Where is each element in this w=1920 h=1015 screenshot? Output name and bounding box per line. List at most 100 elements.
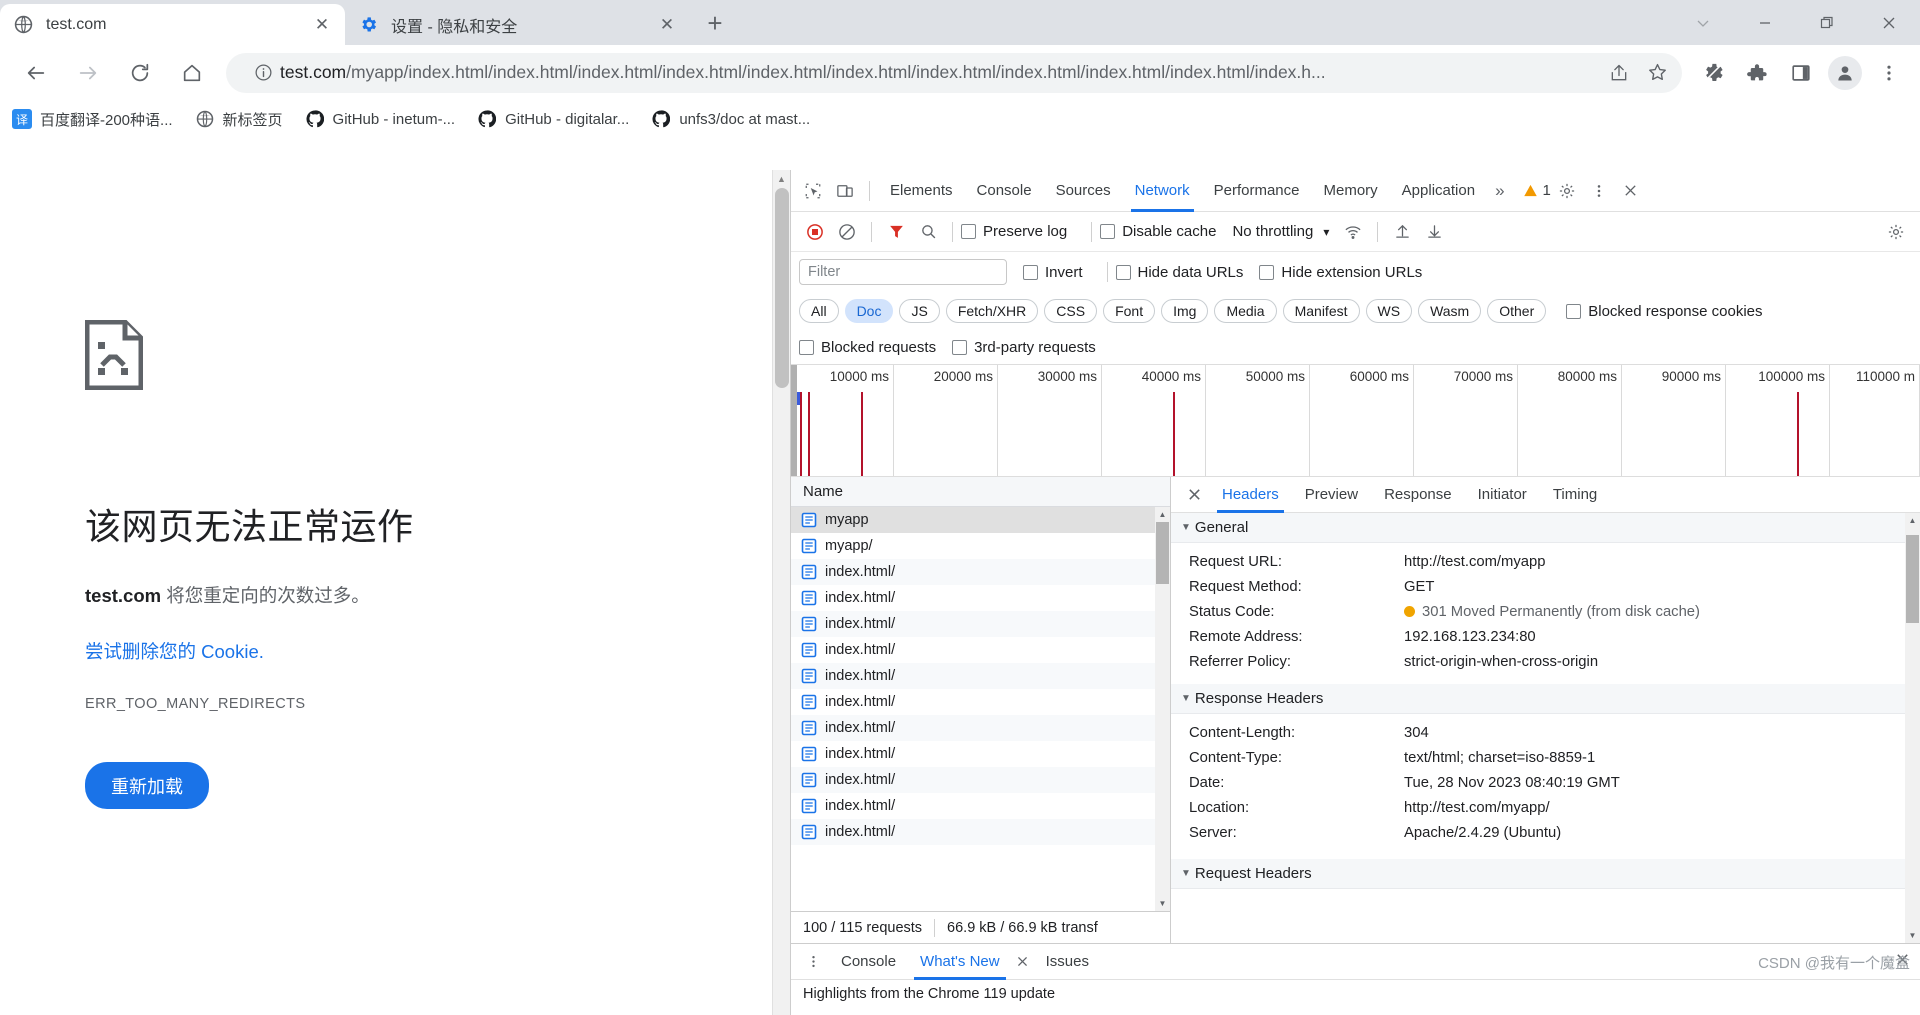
- tab-settings-privacy[interactable]: 设置 - 隐私和安全 ✕: [345, 4, 690, 45]
- blocked-response-cookies-checkbox[interactable]: Blocked response cookies: [1566, 303, 1763, 320]
- scroll-thumb[interactable]: [1156, 522, 1169, 584]
- detail-tab-response[interactable]: Response: [1371, 477, 1465, 513]
- table-row[interactable]: index.html/: [791, 585, 1170, 611]
- tab-performance[interactable]: Performance: [1202, 170, 1312, 212]
- upload-har-icon[interactable]: [1386, 216, 1418, 248]
- table-row[interactable]: index.html/: [791, 689, 1170, 715]
- new-tab-button[interactable]: +: [696, 4, 734, 42]
- device-toolbar-icon[interactable]: [829, 175, 861, 207]
- section-general-header[interactable]: ▼ General: [1171, 513, 1920, 543]
- extensions-puzzle-icon[interactable]: [1736, 52, 1778, 94]
- type-filter-media[interactable]: Media: [1214, 299, 1277, 323]
- type-filter-fetch-xhr[interactable]: Fetch/XHR: [945, 299, 1039, 323]
- tab-memory[interactable]: Memory: [1312, 170, 1390, 212]
- tab-test-com[interactable]: test.com ✕: [0, 4, 345, 45]
- filter-input[interactable]: Filter: [799, 259, 1007, 285]
- network-overview-timeline[interactable]: 10000 ms 20000 ms 30000 ms 40000 ms 5000…: [791, 364, 1920, 477]
- table-row[interactable]: index.html/: [791, 767, 1170, 793]
- type-filter-css[interactable]: CSS: [1044, 299, 1098, 323]
- search-icon[interactable]: [912, 216, 944, 248]
- table-row[interactable]: index.html/: [791, 819, 1170, 845]
- clear-circle-icon[interactable]: [831, 216, 863, 248]
- throttling-select[interactable]: No throttling: [1232, 223, 1313, 240]
- tab-close-icon[interactable]: ✕: [656, 14, 678, 36]
- section-request-headers-header[interactable]: ▼ Request Headers: [1171, 859, 1920, 889]
- detail-tab-preview[interactable]: Preview: [1292, 477, 1371, 513]
- forward-arrow-icon[interactable]: [68, 53, 108, 93]
- scroll-down-icon[interactable]: ▼: [1155, 896, 1170, 911]
- menu-kebab-icon[interactable]: [797, 946, 829, 978]
- tab-network[interactable]: Network: [1123, 170, 1202, 212]
- chevron-down-icon[interactable]: [1672, 0, 1734, 45]
- tab-close-icon[interactable]: ✕: [311, 14, 333, 36]
- reload-button[interactable]: 重新加载: [85, 762, 209, 809]
- type-filter-other[interactable]: Other: [1487, 299, 1547, 323]
- restore-icon[interactable]: [1796, 0, 1858, 45]
- reload-icon[interactable]: [120, 53, 160, 93]
- drawer-tab-issues[interactable]: Issues: [1034, 944, 1101, 980]
- scroll-up-icon[interactable]: ▲: [1155, 507, 1170, 522]
- scroll-up-icon[interactable]: ▲: [1905, 513, 1920, 528]
- type-filter-manifest[interactable]: Manifest: [1282, 299, 1360, 323]
- third-party-requests-checkbox[interactable]: 3rd-party requests: [952, 339, 1096, 356]
- table-row[interactable]: index.html/: [791, 741, 1170, 767]
- column-header-name[interactable]: Name: [791, 477, 1170, 507]
- type-filter-img[interactable]: Img: [1161, 299, 1209, 323]
- type-filter-wasm[interactable]: Wasm: [1418, 299, 1482, 323]
- chevron-down-icon[interactable]: ▾: [1323, 225, 1329, 239]
- bookmark-item-unfs3-doc[interactable]: unfs3/doc at mast...: [651, 109, 810, 129]
- warning-indicator[interactable]: 1: [1523, 182, 1551, 199]
- invert-checkbox[interactable]: Invert: [1023, 264, 1083, 281]
- table-row[interactable]: myapp: [791, 507, 1170, 533]
- overview-left-handle[interactable]: [791, 365, 797, 476]
- bookmark-item-github-digitalar[interactable]: GitHub - digitalar...: [477, 109, 629, 129]
- home-icon[interactable]: [172, 53, 212, 93]
- request-list-scrollbar[interactable]: ▲ ▼: [1155, 507, 1170, 911]
- table-row[interactable]: index.html/: [791, 715, 1170, 741]
- type-filter-font[interactable]: Font: [1103, 299, 1156, 323]
- type-filter-all[interactable]: All: [799, 299, 839, 323]
- detail-tab-timing[interactable]: Timing: [1540, 477, 1610, 513]
- hide-data-urls-checkbox[interactable]: Hide data URLs: [1115, 264, 1243, 281]
- drawer-tab-whats-new[interactable]: What's New: [908, 944, 1012, 980]
- headers-content[interactable]: ▼ General Request URL: http://test.com/m…: [1171, 513, 1920, 943]
- bookmark-item-github-inetum[interactable]: GitHub - inetum-...: [305, 109, 455, 129]
- table-row[interactable]: index.html/: [791, 663, 1170, 689]
- close-icon[interactable]: [1615, 175, 1647, 207]
- type-filter-ws[interactable]: WS: [1365, 299, 1413, 323]
- wifi-throttle-icon[interactable]: [1337, 216, 1369, 248]
- back-arrow-icon[interactable]: [16, 53, 56, 93]
- scroll-down-icon[interactable]: ▼: [1905, 928, 1920, 943]
- tab-application[interactable]: Application: [1390, 170, 1487, 212]
- info-circle-icon[interactable]: [246, 56, 280, 90]
- detail-tab-headers[interactable]: Headers: [1209, 477, 1292, 513]
- tab-sources[interactable]: Sources: [1044, 170, 1123, 212]
- drawer-tab-close-icon[interactable]: [1012, 946, 1034, 978]
- section-response-headers-header[interactable]: ▼ Response Headers: [1171, 684, 1920, 714]
- hide-extension-urls-checkbox[interactable]: Hide extension URLs: [1259, 264, 1422, 281]
- headers-scrollbar[interactable]: ▲ ▼: [1905, 513, 1920, 943]
- download-har-icon[interactable]: [1418, 216, 1450, 248]
- type-filter-js[interactable]: JS: [899, 299, 940, 323]
- bookmark-item-new-tab[interactable]: 新标签页: [195, 109, 283, 130]
- close-detail-icon[interactable]: [1179, 477, 1209, 513]
- table-row[interactable]: index.html/: [791, 611, 1170, 637]
- minimize-icon[interactable]: [1734, 0, 1796, 45]
- more-tabs-icon[interactable]: »: [1487, 170, 1512, 212]
- blocked-requests-checkbox[interactable]: Blocked requests: [799, 339, 936, 356]
- disable-cache-checkbox[interactable]: Disable cache: [1100, 223, 1216, 240]
- address-bar[interactable]: test.com/myapp/index.html/index.html/ind…: [226, 52, 1682, 93]
- table-row[interactable]: index.html/: [791, 559, 1170, 585]
- table-row[interactable]: index.html/: [791, 793, 1170, 819]
- gear-icon[interactable]: [1551, 175, 1583, 207]
- delete-cookies-link[interactable]: 尝试删除您的 Cookie.: [85, 638, 772, 664]
- type-filter-doc[interactable]: Doc: [844, 299, 894, 323]
- star-icon[interactable]: [1640, 56, 1674, 90]
- share-icon[interactable]: [1602, 56, 1636, 90]
- profile-avatar-icon[interactable]: [1824, 52, 1866, 94]
- funnel-icon[interactable]: [880, 216, 912, 248]
- inspect-cursor-icon[interactable]: [797, 175, 829, 207]
- page-scrollbar[interactable]: ▲: [772, 170, 790, 1015]
- scroll-up-icon[interactable]: ▲: [773, 170, 790, 188]
- tab-elements[interactable]: Elements: [878, 170, 965, 212]
